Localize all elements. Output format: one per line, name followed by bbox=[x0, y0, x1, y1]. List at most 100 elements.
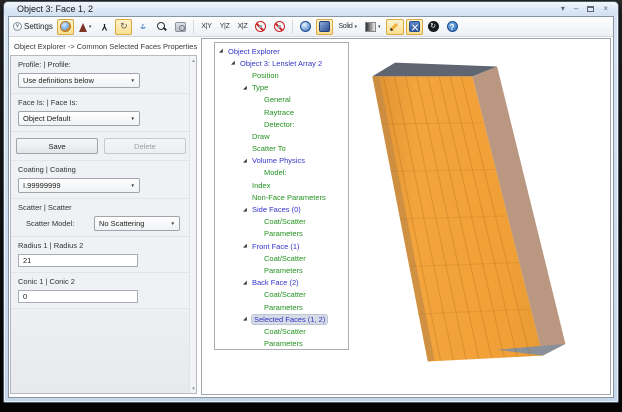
rotate-button[interactable]: ↻ bbox=[115, 18, 133, 35]
tree-item-draw[interactable]: Draw bbox=[215, 130, 348, 142]
view-xy-button[interactable]: X|Y bbox=[198, 19, 214, 35]
profile-select[interactable]: Use definitions below ▼ bbox=[18, 73, 140, 88]
tree-item-label: Draw bbox=[252, 131, 270, 141]
no-spin-1-button[interactable] bbox=[252, 19, 269, 35]
tree-item-parameters[interactable]: Parameters bbox=[215, 338, 348, 350]
tree-item-coat-scatter[interactable]: Coat/Scatter bbox=[215, 325, 348, 337]
pan-button[interactable]: ↔ ↕ bbox=[134, 19, 151, 35]
tree-expanded-icon[interactable]: ◢ bbox=[243, 207, 252, 213]
dropdown-caret-icon: ▾ bbox=[378, 23, 381, 30]
view-yz-button[interactable]: Y|Z bbox=[217, 19, 233, 35]
actions-row: Save Delete bbox=[11, 132, 196, 161]
dropdown-caret-icon: ▾ bbox=[354, 23, 358, 30]
scatter-inline-row: Scatter Model: No Scattering ▼ bbox=[18, 216, 180, 231]
radius-input[interactable]: 21 bbox=[18, 254, 138, 267]
tree-item-index[interactable]: Index bbox=[215, 179, 348, 191]
tree-item-non-face-parameters[interactable]: Non-Face Parameters bbox=[215, 191, 348, 203]
dropdown-caret-icon: ▾ bbox=[88, 23, 92, 30]
axes-button[interactable]: Y bbox=[96, 19, 113, 35]
tree-item-position[interactable]: Position bbox=[215, 69, 348, 81]
profile-section: Profile: | Profile: Use definitions below… bbox=[11, 56, 196, 94]
tree-item-model[interactable]: Model: bbox=[215, 167, 348, 179]
tree-item-general[interactable]: General bbox=[215, 94, 348, 106]
tree-item-object-explorer[interactable]: ◢ Object Explorer bbox=[215, 45, 348, 57]
opacity-button[interactable]: ▾ bbox=[362, 19, 384, 35]
tree-item-back-face-2[interactable]: ◢ Back Face (2) bbox=[215, 277, 348, 289]
tree-item-detector[interactable]: Detector: bbox=[215, 118, 348, 130]
tree-item-coat-scatter[interactable]: Coat/Scatter bbox=[215, 289, 348, 301]
reset-circle-icon: ↻ bbox=[427, 21, 439, 32]
cube-button[interactable] bbox=[316, 18, 334, 35]
help-button[interactable]: ? bbox=[444, 19, 461, 35]
shaded-model-button[interactable] bbox=[56, 18, 74, 35]
view-orientation-button[interactable]: ▾ bbox=[76, 19, 95, 35]
conic-input[interactable]: 0 bbox=[18, 290, 138, 303]
tree-item-parameters[interactable]: Parameters bbox=[215, 301, 348, 313]
coating-value: I.99999999 bbox=[23, 181, 61, 190]
no-spin-2-button[interactable] bbox=[271, 19, 288, 35]
tree-item-object-3-lenslet-array-2[interactable]: ◢ Object 3: Lenslet Array 2 bbox=[215, 57, 348, 69]
tree-item-scatter-to[interactable]: Scatter To bbox=[215, 143, 348, 155]
conic-section: Conic 1 | Conic 2 0 bbox=[11, 273, 196, 309]
settings-expander[interactable]: ∨ Settings bbox=[13, 22, 53, 31]
face-is-label: Face Is: | Face Is: bbox=[18, 98, 78, 107]
face-is-select[interactable]: Object Default ▼ bbox=[18, 111, 140, 126]
close-button[interactable]: × bbox=[603, 4, 608, 13]
tree-item-label: General bbox=[264, 95, 291, 105]
title-bar[interactable]: Object 3: Face 1, 2 ▾ – × bbox=[4, 2, 618, 15]
tree-item-label: Model: bbox=[264, 168, 287, 178]
tree-item-coat-scatter[interactable]: Coat/Scatter bbox=[215, 252, 348, 264]
globe-button[interactable] bbox=[297, 19, 314, 35]
minimize-button[interactable]: – bbox=[574, 4, 578, 13]
tree-item-label: Detector: bbox=[264, 119, 295, 129]
properties-scrollbar[interactable]: ▲ ▼ bbox=[189, 56, 196, 393]
combo-arrow-icon: ▼ bbox=[170, 221, 175, 226]
tree-expanded-icon[interactable]: ◢ bbox=[243, 158, 252, 164]
combo-arrow-icon: ▼ bbox=[130, 78, 135, 83]
profile-value: Use definitions below bbox=[23, 76, 94, 85]
tree-item-side-faces-0[interactable]: ◢ Side Faces (0) bbox=[215, 203, 348, 215]
tree-item-coat-scatter[interactable]: Coat/Scatter bbox=[215, 216, 348, 228]
coating-select[interactable]: I.99999999 ▼ bbox=[18, 178, 140, 193]
tree-expanded-icon[interactable]: ◢ bbox=[243, 280, 252, 286]
solid-mode-label: Solid bbox=[338, 23, 353, 30]
tree-expanded-icon[interactable]: ◢ bbox=[243, 316, 252, 322]
scroll-up-icon[interactable]: ▲ bbox=[190, 58, 197, 63]
window-content: ∨ Settings ▾ Y ↻ ↔ ↕ X|Y Y|Z X|Z Solid ▾ ▾ ↻? Objec… bbox=[8, 16, 614, 398]
tree-item-label: Raytrace bbox=[264, 107, 295, 117]
tree-item-front-face-1[interactable]: ◢ Front Face (1) bbox=[215, 240, 348, 252]
tree-item-label: Scatter To bbox=[252, 144, 286, 154]
object-explorer-tree: ◢ Object Explorer ◢ Object 3: Lenslet Array… bbox=[214, 42, 349, 350]
prohibit-icon bbox=[274, 21, 286, 32]
window-menu-button[interactable]: ▾ bbox=[561, 4, 565, 13]
tree-item-parameters[interactable]: Parameters bbox=[215, 264, 348, 276]
chevron-down-icon: ∨ bbox=[13, 22, 22, 31]
tree-item-raytrace[interactable]: Raytrace bbox=[215, 106, 348, 118]
tree-item-label: Selected Faces (1, 2) bbox=[252, 314, 328, 324]
radius-section: Radius 1 | Radius 2 21 bbox=[11, 237, 196, 273]
solid-mode-button[interactable]: Solid ▾ bbox=[335, 19, 360, 35]
save-button[interactable]: Save bbox=[16, 138, 98, 154]
tree-expanded-icon[interactable]: ◢ bbox=[243, 243, 252, 249]
zoom-window-button[interactable] bbox=[172, 19, 189, 35]
coating-label: Coating | Coating bbox=[18, 165, 76, 174]
tree-item-label: Parameters bbox=[264, 302, 303, 312]
zoom-button[interactable] bbox=[153, 19, 170, 35]
reset-view-button[interactable]: ↻ bbox=[425, 19, 442, 35]
tree-item-selected-faces-1-2[interactable]: ◢ Selected Faces (1, 2) bbox=[215, 313, 348, 325]
tree-item-type[interactable]: ◢ Type bbox=[215, 82, 348, 94]
scatter-model-select[interactable]: No Scattering ▼ bbox=[94, 216, 180, 231]
fit-window-button[interactable] bbox=[405, 18, 423, 35]
profile-label: Profile: | Profile: bbox=[18, 60, 71, 69]
view-xz-button[interactable]: X|Z bbox=[235, 19, 251, 35]
tree-item-volume-physics[interactable]: ◢ Volume Physics bbox=[215, 155, 348, 167]
tree-expanded-icon[interactable]: ◢ bbox=[231, 60, 240, 66]
maximize-icon[interactable] bbox=[587, 5, 595, 12]
delete-button: Delete bbox=[104, 138, 186, 154]
tree-expanded-icon[interactable]: ◢ bbox=[219, 48, 228, 54]
toolbar-buttons: ▾ Y ↻ ↔ ↕ X|Y Y|Z X|Z Solid ▾ ▾ ↻? bbox=[56, 18, 462, 35]
tree-item-parameters[interactable]: Parameters bbox=[215, 228, 348, 240]
scroll-down-icon[interactable]: ▼ bbox=[190, 386, 197, 391]
tree-expanded-icon[interactable]: ◢ bbox=[243, 85, 252, 91]
pen-button[interactable] bbox=[385, 18, 404, 35]
